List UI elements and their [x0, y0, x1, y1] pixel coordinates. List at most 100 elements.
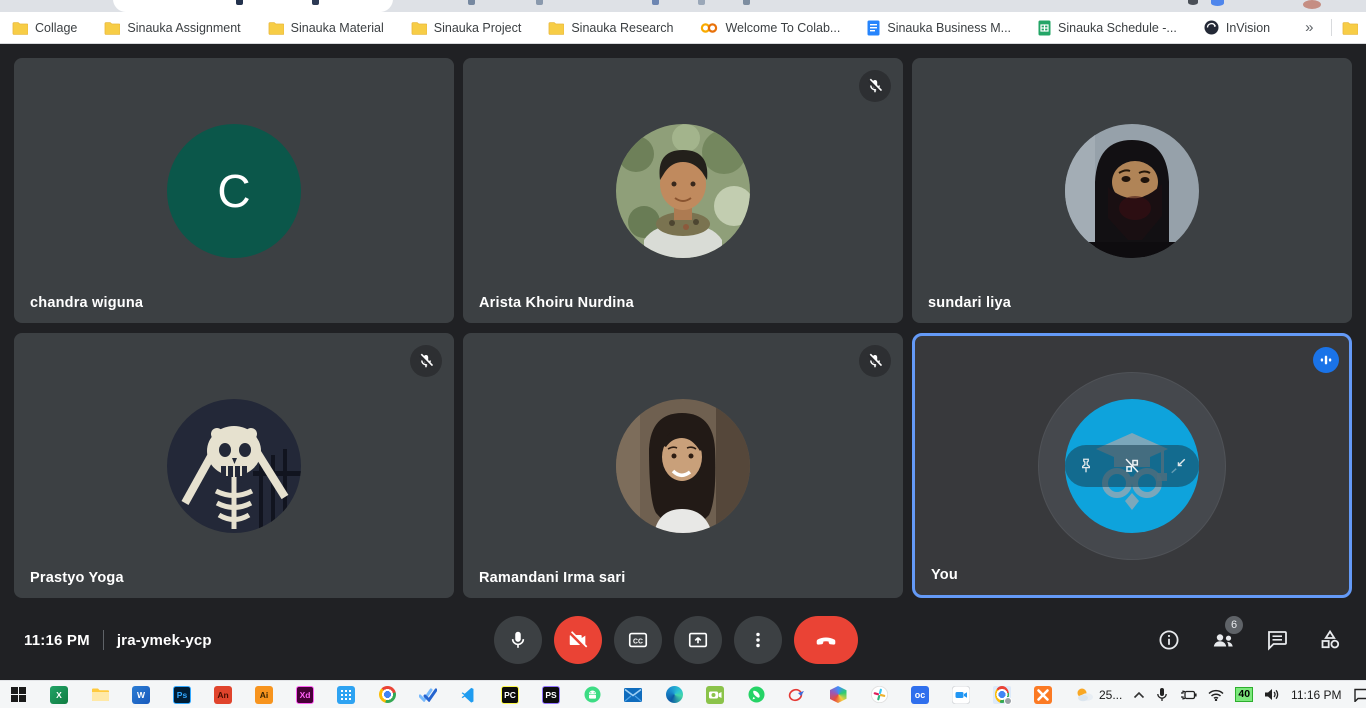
swirl-app-icon[interactable] [788, 686, 806, 704]
extension-icon[interactable] [536, 0, 543, 5]
mic-button[interactable] [494, 616, 542, 664]
participant-tile-arista[interactable]: Arista Khoiru Nurdina [463, 58, 903, 323]
extension-icon[interactable] [743, 0, 750, 5]
people-button[interactable]: 6 [1210, 628, 1236, 652]
tray-power[interactable] [1179, 689, 1197, 701]
sync-icon[interactable] [1211, 0, 1224, 6]
slack-icon[interactable] [870, 686, 888, 704]
chrome-icon[interactable] [378, 686, 396, 704]
wifi-icon [1208, 689, 1224, 701]
whatsapp-icon[interactable] [747, 686, 765, 704]
todo-app-icon[interactable] [419, 686, 437, 704]
bookmark-colab[interactable]: Welcome To Colab... [700, 21, 840, 35]
invision-icon [1204, 20, 1219, 35]
illustrator-glyph: Ai [255, 686, 273, 704]
browser-menu-icon[interactable] [1188, 0, 1198, 5]
bookmark-label: Welcome To Colab... [725, 21, 840, 35]
android-emulator-icon[interactable] [583, 686, 601, 704]
pin-icon[interactable] [1077, 457, 1095, 475]
tray-overflow-chevron[interactable] [1133, 691, 1145, 699]
phpstorm-icon[interactable]: PS [542, 686, 560, 704]
illustrator-icon[interactable]: Ai [255, 686, 273, 704]
word-icon[interactable]: W [132, 686, 150, 704]
toolbar-fragment [312, 0, 319, 5]
other-bookmarks-button[interactable]: Other bookmarks [1342, 21, 1366, 35]
chat-button[interactable] [1265, 628, 1289, 652]
minimize-icon[interactable] [1169, 457, 1187, 475]
taskbar-clock[interactable]: 11:16 PM [1291, 688, 1341, 702]
bookmark-sinauka-assignment[interactable]: Sinauka Assignment [104, 21, 240, 35]
weather-widget[interactable]: 25... [1075, 687, 1122, 702]
mail-app-icon[interactable] [624, 686, 642, 704]
chrome-active-icon[interactable] [993, 686, 1011, 704]
bookmark-sinauka-project[interactable]: Sinauka Project [411, 21, 522, 35]
more-options-button[interactable] [734, 616, 782, 664]
bookmark-invision[interactable]: InVision [1204, 20, 1270, 35]
screen-recorder-icon[interactable] [706, 686, 724, 704]
weather-icon [1075, 687, 1095, 702]
tray-network[interactable] [1208, 689, 1224, 701]
pycharm-icon[interactable]: PC [501, 686, 519, 704]
leave-call-button[interactable] [794, 616, 858, 664]
colab-icon [700, 22, 718, 34]
avatar-initial: C [167, 124, 301, 258]
phpstorm-glyph: PS [542, 686, 560, 704]
bookmark-label: InVision [1226, 21, 1270, 35]
meeting-details-button[interactable] [1157, 628, 1181, 652]
video-app-icon[interactable] [952, 686, 970, 704]
folder-icon [411, 21, 427, 35]
tray-mic[interactable] [1156, 687, 1168, 702]
excel-icon[interactable]: X [50, 686, 68, 704]
bookmark-collage[interactable]: Collage [12, 21, 77, 35]
avatar-wrap [463, 333, 903, 598]
participant-tile-you[interactable]: You [912, 333, 1352, 598]
xd-glyph: Xd [296, 686, 314, 704]
participant-tile-ramandani[interactable]: Ramandani Irma sari [463, 333, 903, 598]
remove-from-grid-icon[interactable] [1121, 455, 1143, 477]
profile-avatar[interactable] [1303, 0, 1321, 9]
animate-icon[interactable]: An [214, 686, 232, 704]
extension-icon[interactable] [698, 0, 705, 5]
extension-icon[interactable] [468, 0, 475, 5]
vscode-icon[interactable] [460, 686, 478, 704]
start-button[interactable] [9, 686, 27, 704]
tray-volume[interactable] [1264, 688, 1280, 701]
call-controls: CC [494, 616, 858, 664]
adobe-xd-icon[interactable]: Xd [296, 686, 314, 704]
bookmark-label: Sinauka Project [434, 21, 522, 35]
bookmark-sinauka-material[interactable]: Sinauka Material [268, 21, 384, 35]
participant-tile-sundari[interactable]: sundari liya [912, 58, 1352, 323]
oc-app-icon[interactable]: oc [911, 686, 929, 704]
double-check-icon [419, 688, 437, 702]
calendar-app-icon[interactable] [337, 686, 355, 704]
file-explorer-icon[interactable] [91, 686, 109, 704]
address-bar[interactable] [113, 0, 393, 12]
info-icon [1157, 628, 1181, 652]
xampp-icon[interactable] [1034, 686, 1052, 704]
photoshop-glyph: Ps [173, 686, 191, 704]
captions-button[interactable]: CC [614, 616, 662, 664]
participant-tile-chandra[interactable]: C chandra wiguna [14, 58, 454, 323]
activities-button[interactable] [1318, 628, 1342, 652]
folder-icon [1342, 21, 1358, 35]
oc-glyph: oc [911, 686, 929, 704]
calendar-grid-icon [337, 686, 355, 704]
participant-name: Arista Khoiru Nurdina [479, 295, 634, 311]
bookmarks-overflow-chevron[interactable]: » [1297, 19, 1321, 36]
avatar-initial-letter: C [217, 164, 250, 218]
present-screen-button[interactable] [674, 616, 722, 664]
photoshop-icon[interactable]: Ps [173, 686, 191, 704]
bookmark-sinauka-schedule[interactable]: Sinauka Schedule -... [1038, 20, 1177, 36]
action-center-button[interactable] [1353, 688, 1366, 702]
hexagon-app-icon[interactable] [829, 686, 847, 704]
avatar-photo [616, 124, 750, 258]
toolbar-fragment [236, 0, 243, 5]
extension-icon[interactable] [652, 0, 659, 5]
camera-off-button[interactable] [554, 616, 602, 664]
battery-percent-widget[interactable]: 40 [1235, 687, 1253, 702]
weather-temp: 25... [1099, 688, 1122, 702]
participant-tile-prastyo[interactable]: Prastyo Yoga [14, 333, 454, 598]
edge-icon[interactable] [665, 686, 683, 704]
bookmark-sinauka-research[interactable]: Sinauka Research [548, 21, 673, 35]
bookmark-sinauka-business[interactable]: Sinauka Business M... [867, 20, 1011, 36]
